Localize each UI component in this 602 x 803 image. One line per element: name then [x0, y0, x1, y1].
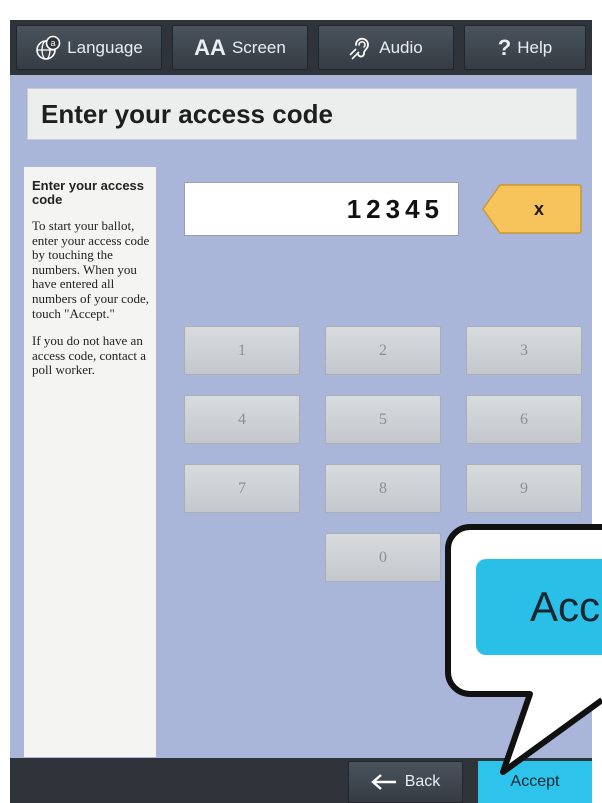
page-title: Enter your access code [27, 88, 577, 140]
language-label: Language [67, 37, 143, 57]
text-size-icon: AA [194, 34, 226, 60]
accept-button[interactable]: Accept [478, 761, 592, 803]
top-toolbar: a Language AA Screen Audio ? Help [10, 20, 592, 75]
instructions-text-no-code: If you do not have an access code, conta… [32, 333, 147, 378]
clear-label: x [533, 198, 544, 219]
instructions-panel: Enter your access code To start your bal… [24, 167, 156, 757]
back-button[interactable]: Back [348, 761, 463, 803]
back-label: Back [404, 773, 441, 790]
globe-icon: a [35, 35, 61, 61]
key-4[interactable]: 4 [184, 395, 300, 444]
key-0[interactable]: 0 [325, 533, 441, 582]
key-9[interactable]: 9 [466, 464, 582, 513]
bottom-toolbar: Back Accept [10, 758, 592, 803]
key-6[interactable]: 6 [466, 395, 582, 444]
key-3[interactable]: 3 [466, 326, 582, 375]
question-mark-icon: ? [497, 34, 512, 60]
instructions-text: To start your ballot, enter your access … [32, 218, 150, 321]
access-code-field[interactable]: 12345 [184, 182, 459, 236]
help-button[interactable]: ? Help [464, 25, 586, 70]
language-button[interactable]: a Language [16, 25, 162, 70]
ear-icon [349, 35, 373, 61]
clear-button[interactable]: x [482, 184, 582, 234]
main-panel: Enter your access code Enter your access… [10, 75, 592, 758]
instructions-heading: Enter your access code [32, 178, 145, 207]
key-5[interactable]: 5 [325, 395, 441, 444]
screen-label: Screen [231, 37, 286, 57]
key-2[interactable]: 2 [325, 326, 441, 375]
screen-button[interactable]: AA Screen [172, 25, 308, 70]
svg-text:a: a [51, 38, 56, 48]
key-7[interactable]: 7 [184, 464, 300, 513]
help-label: Help [517, 37, 553, 57]
audio-label: Audio [379, 37, 423, 57]
arrow-left-icon [370, 774, 397, 790]
key-8[interactable]: 8 [325, 464, 441, 513]
key-1[interactable]: 1 [184, 326, 300, 375]
audio-button[interactable]: Audio [318, 25, 454, 70]
